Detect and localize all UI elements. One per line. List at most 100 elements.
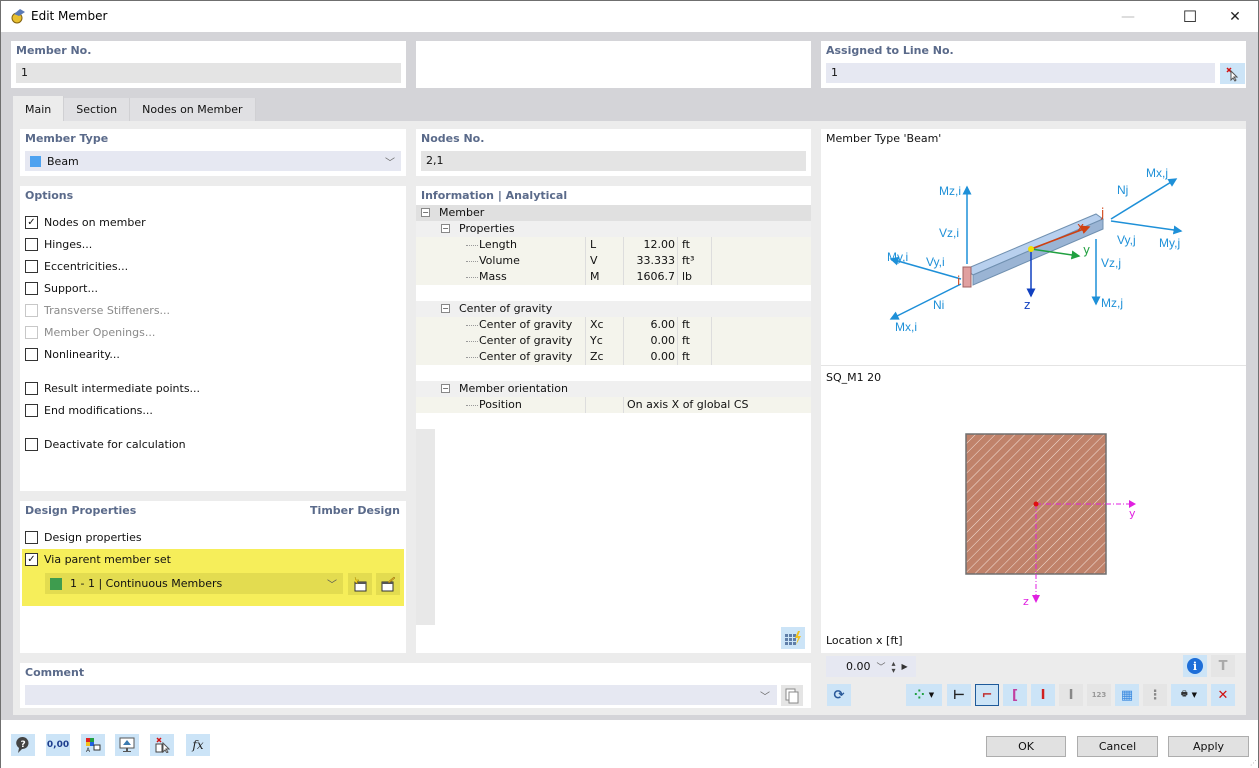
option-row[interactable]: ✓ Nodes on member (25, 216, 146, 229)
tree-row-name: Center of gravity (479, 318, 573, 331)
tree-group-label: Properties (459, 222, 515, 235)
label-nj: Nj (1117, 183, 1128, 197)
label-vzj: Vz,j (1101, 256, 1121, 270)
dimension-button[interactable]: ⊢ (947, 684, 971, 706)
label-axis-y: y (1083, 243, 1090, 257)
assigned-line-label: Assigned to Line No. (826, 44, 954, 57)
option-checkbox[interactable] (25, 404, 38, 417)
axes-button[interactable]: ⌐ (975, 684, 999, 706)
option-label: Nonlinearity... (44, 348, 120, 361)
tab-main[interactable]: Main (13, 96, 65, 121)
tree-row-unit: ft (682, 238, 690, 251)
tree-row-symbol: Xc (590, 318, 604, 331)
play-icon[interactable]: ▶ (902, 662, 908, 671)
option-checkbox[interactable] (25, 238, 38, 251)
grid-button[interactable]: ▦ (1115, 684, 1139, 706)
option-row[interactable]: Hinges... (25, 238, 92, 251)
pick-line-button[interactable] (1220, 63, 1245, 84)
option-checkbox[interactable]: ✓ (25, 216, 38, 229)
rotate-view-icon: ⟳ (833, 687, 845, 703)
resize-grip[interactable]: ⋰ (1250, 759, 1257, 767)
maximize-button[interactable]: ☐ (1167, 1, 1213, 32)
collapse-icon[interactable]: − (441, 224, 450, 233)
option-checkbox[interactable] (25, 382, 38, 395)
table-button[interactable]: ⋮ (1143, 684, 1167, 706)
close-button[interactable]: ✕ (1212, 1, 1258, 32)
spin-icon[interactable]: ▴ ▾ (892, 659, 896, 674)
tree-row-value: 6.00 (650, 318, 676, 331)
calculate-info-button[interactable] (781, 627, 805, 649)
edit-set-icon (381, 576, 396, 592)
tree-row-symbol: Yc (590, 334, 603, 347)
via-parent-checkbox-row[interactable]: ✓ Via parent member set (25, 553, 171, 566)
collapse-icon[interactable]: − (441, 304, 450, 313)
dropdown-arrow-icon[interactable]: ▼ (1192, 691, 1197, 699)
option-checkbox[interactable] (25, 260, 38, 273)
design-properties-checkbox[interactable] (25, 531, 38, 544)
nodes-input[interactable]: 2,1 (421, 151, 806, 171)
chevron-down-icon[interactable]: ﹀ (760, 688, 770, 703)
numbering-button[interactable]: 123 (1087, 684, 1111, 706)
option-row[interactable]: End modifications... (25, 404, 153, 417)
new-member-set-button[interactable] (348, 573, 372, 595)
units-button[interactable]: 0,00 (46, 734, 70, 756)
stress-points-button[interactable]: I (1031, 684, 1055, 706)
dropdown-arrow-icon[interactable]: ▼ (929, 691, 934, 699)
app-icon (11, 9, 25, 24)
tab-nodes-on-member[interactable]: Nodes on Member (130, 98, 256, 121)
option-row[interactable]: Nonlinearity... (25, 348, 120, 361)
collapse-icon[interactable]: − (421, 208, 430, 217)
svg-text:?: ? (21, 740, 26, 750)
section-3d-button[interactable]: T (1211, 655, 1235, 677)
reset-view-button[interactable]: ✕ (1211, 684, 1235, 706)
cancel-button[interactable]: Cancel (1077, 736, 1158, 757)
table-lightning-icon (785, 631, 801, 645)
option-label: Nodes on member (44, 216, 146, 229)
assigned-line-input[interactable]: 1 (826, 63, 1215, 83)
delete-selection-button[interactable] (150, 734, 174, 756)
member-no-input[interactable]: 1 (16, 63, 401, 83)
option-checkbox[interactable] (25, 282, 38, 295)
print-button[interactable]: 🖶 ▼ (1171, 684, 1207, 706)
parent-member-set-select[interactable]: 1 - 1 | Continuous Members ﹀ (45, 573, 343, 594)
decimal-places-icon: 0,00 (46, 740, 70, 750)
view-button[interactable] (115, 734, 139, 756)
option-row: Transverse Stiffeners... (25, 304, 170, 317)
location-stepper[interactable]: 0.00 ﹀ ▴ ▾ ▶ (826, 656, 916, 677)
option-checkbox[interactable] (25, 438, 38, 451)
options-label: Options (25, 189, 74, 202)
edit-member-set-button[interactable] (376, 573, 400, 595)
collapse-icon[interactable]: − (441, 384, 450, 393)
tree-row-name: Center of gravity (479, 334, 573, 347)
help-button[interactable]: ? (11, 734, 35, 756)
zoom-reset-icon: ✕ (1217, 687, 1229, 703)
option-row[interactable]: Support... (25, 282, 98, 295)
points-display-button[interactable]: ⁘ ▼ (906, 684, 942, 706)
option-checkbox (25, 326, 38, 339)
formula-button[interactable]: fx (186, 734, 210, 756)
rotate-view-button[interactable]: ⟳ (827, 684, 851, 706)
info-button[interactable]: i (1183, 655, 1207, 677)
shear-center-button[interactable]: [ (1003, 684, 1027, 706)
ok-button[interactable]: OK (986, 736, 1066, 757)
tree-row-unit: lb (682, 270, 693, 283)
design-properties-checkbox-row[interactable]: Design properties (25, 531, 142, 544)
colors-button[interactable]: A (81, 734, 105, 756)
comment-library-button[interactable] (781, 685, 803, 706)
tree-row: Center of gravity Zc 0.00 ft (416, 349, 811, 365)
minimize-button[interactable]: — (1105, 1, 1151, 32)
section-outline-button[interactable]: I (1059, 684, 1083, 706)
member-type-select[interactable]: Beam ﹀ (25, 151, 401, 171)
apply-button[interactable]: Apply (1168, 736, 1249, 757)
tab-section[interactable]: Section (64, 98, 131, 121)
option-checkbox[interactable] (25, 348, 38, 361)
via-parent-checkbox[interactable]: ✓ (25, 553, 38, 566)
design-addon-label: Timber Design (310, 504, 400, 517)
option-row[interactable]: Deactivate for calculation (25, 438, 186, 451)
option-row[interactable]: Eccentricities... (25, 260, 128, 273)
comment-input[interactable] (25, 685, 777, 705)
tree-group-row: − Properties (416, 221, 811, 237)
chevron-down-icon[interactable]: ﹀ (877, 660, 886, 673)
option-row[interactable]: Result intermediate points... (25, 382, 200, 395)
location-label: Location x [ft] (826, 634, 903, 647)
